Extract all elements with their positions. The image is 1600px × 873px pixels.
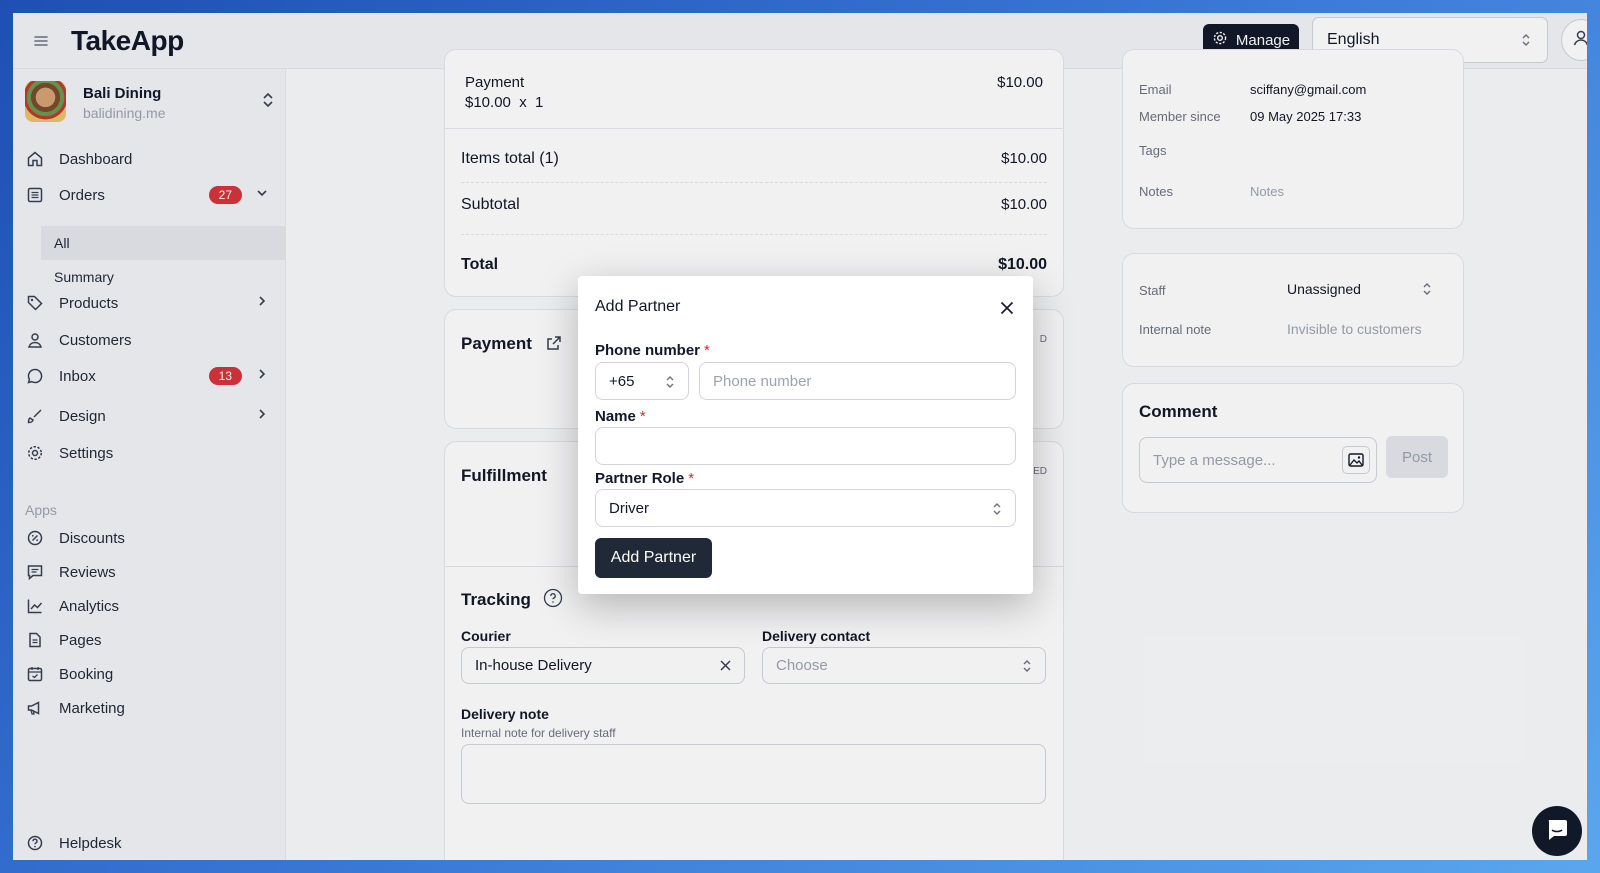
partner-role-label-text: Partner Role (595, 470, 685, 487)
name-label-text: Name (595, 408, 636, 425)
chat-icon (1544, 816, 1570, 847)
app-window: TakeApp Manage English Bali Dining balid… (13, 13, 1587, 860)
country-code-select[interactable]: +65 (595, 362, 689, 400)
modal-title: Add Partner (595, 298, 681, 315)
chat-support-button[interactable] (1532, 806, 1582, 856)
add-partner-modal: Add Partner Phone number * +65 Phone numb… (578, 276, 1033, 594)
phone-number-label: Phone number * (595, 342, 710, 359)
phone-number-placeholder: Phone number (713, 372, 812, 390)
close-icon[interactable] (997, 298, 1017, 318)
phone-number-input[interactable]: Phone number (699, 362, 1016, 400)
country-code-value: +65 (609, 372, 635, 390)
add-partner-button[interactable]: Add Partner (595, 538, 712, 578)
name-label: Name * (595, 408, 646, 425)
required-mark: * (688, 470, 695, 487)
partner-role-label: Partner Role * (595, 470, 694, 487)
chevron-up-down-icon (664, 374, 676, 394)
chevron-up-down-icon (991, 501, 1003, 521)
partner-role-select[interactable]: Driver (595, 489, 1016, 527)
phone-number-label-text: Phone number (595, 342, 701, 359)
required-mark: * (704, 342, 710, 359)
partner-role-value: Driver (609, 499, 649, 517)
required-mark: * (639, 408, 646, 425)
name-input[interactable] (595, 427, 1016, 465)
